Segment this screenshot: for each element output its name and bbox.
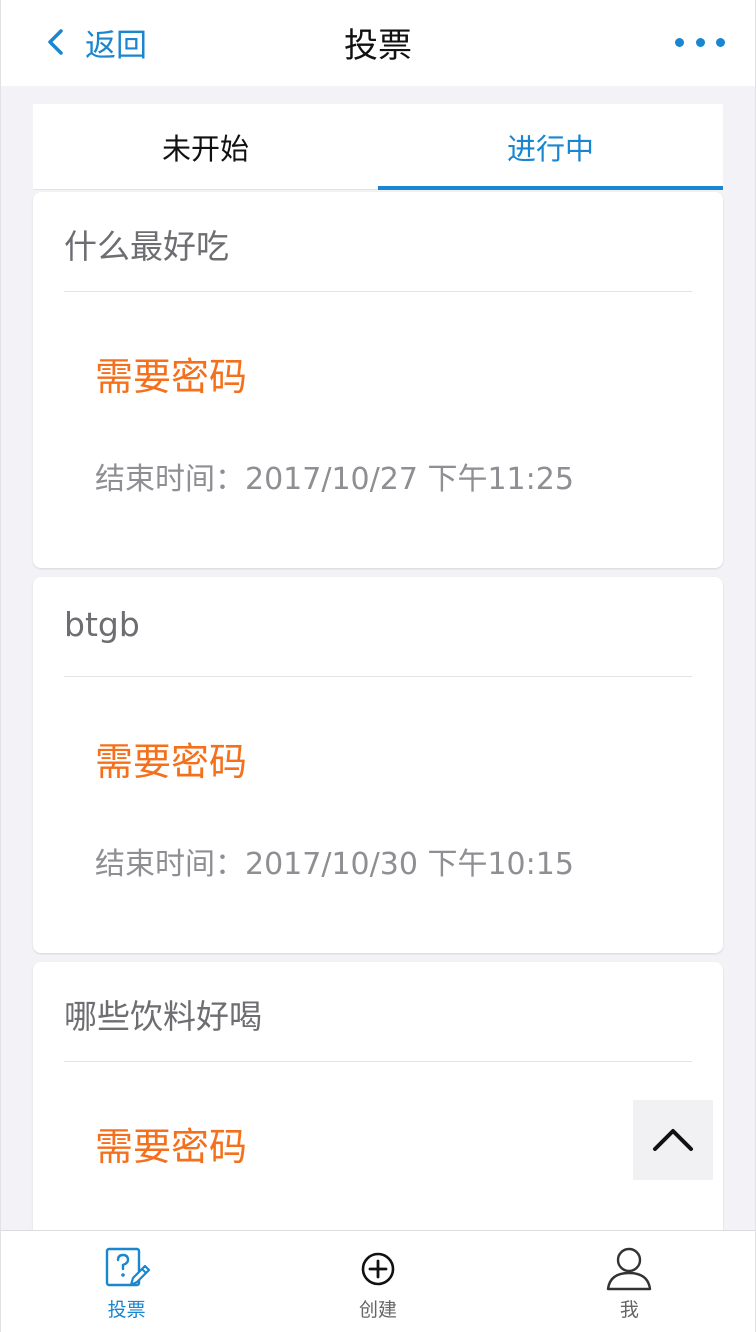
chevron-up-icon [653,1129,693,1151]
more-button[interactable] [675,22,725,62]
poll-title: btgb [64,605,140,644]
screen: 返回 投票 未开始 进行中 什么最好吃 需要密码 结束时间：2017/10/27… [0,0,756,1332]
tabbar-item-me[interactable]: 我 [504,1231,755,1332]
end-time: 结束时间：2017/10/27 下午11:25 [95,462,574,497]
tab-not-started[interactable]: 未开始 [33,104,378,189]
password-required-label: 需要密码 [95,1125,248,1169]
end-time: 结束时间：2017/10/30 下午10:15 [95,847,574,882]
back-label: 返回 [85,27,147,64]
more-dot-icon [675,37,684,47]
poll-card[interactable]: 什么最好吃 需要密码 结束时间：2017/10/27 下午11:25 [33,192,723,568]
more-dot-icon [716,37,725,47]
plus-circle-icon [361,1252,395,1286]
tabbar-label-me: 我 [619,1299,639,1321]
status-tabs: 未开始 进行中 [33,104,723,190]
user-icon [607,1247,652,1291]
tabbar-label-create: 创建 [358,1299,397,1321]
poll-card[interactable]: btgb 需要密码 结束时间：2017/10/30 下午10:15 [33,577,723,953]
poll-title: 什么最好吃 [64,227,229,266]
chevron-left-icon [48,29,63,55]
back-button[interactable]: 返回 [41,16,147,68]
password-required-label: 需要密码 [95,355,248,399]
tabbar-item-create[interactable]: 创建 [252,1231,503,1332]
more-dot-icon [695,37,705,47]
divider [64,1061,692,1062]
poll-title: 哪些饮料好喝 [64,997,262,1036]
divider [64,676,692,677]
tab-in-progress[interactable]: 进行中 [378,104,723,190]
navbar: 返回 投票 [1,0,755,86]
vote-icon [105,1247,150,1287]
bottom-tab-bar: 投票 创建 我 [1,1230,755,1332]
password-required-label: 需要密码 [95,740,248,784]
back-to-top-button[interactable] [633,1100,713,1180]
divider [64,291,692,292]
tabbar-item-vote[interactable]: 投票 [1,1231,252,1332]
tabbar-label-vote: 投票 [107,1299,146,1321]
